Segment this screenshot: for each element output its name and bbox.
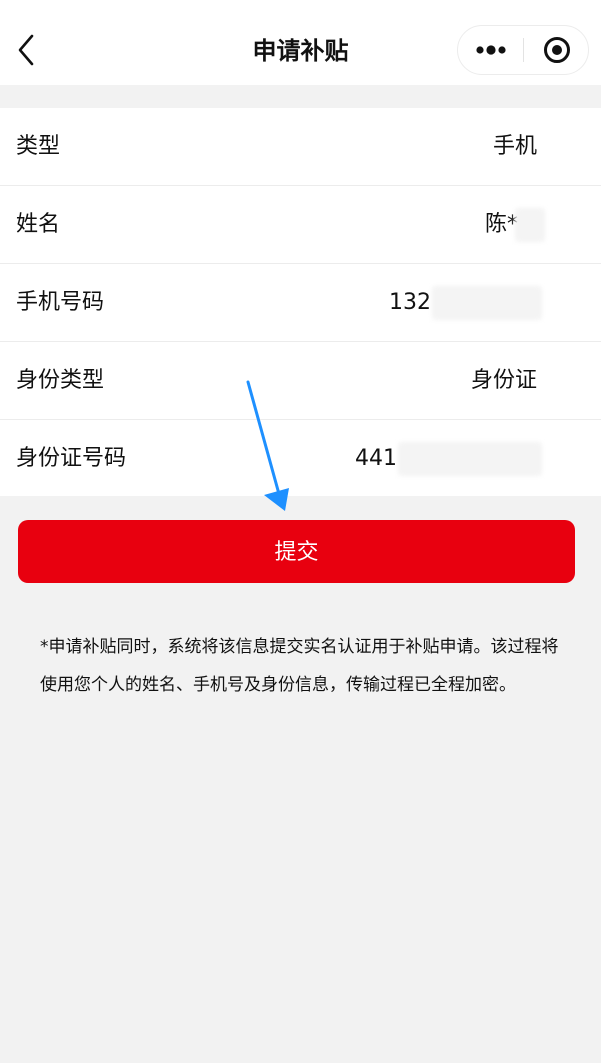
id-type-value: 身份证 bbox=[470, 368, 537, 393]
navigation-bar: 申请补贴 bbox=[0, 0, 601, 85]
phone-label: 手机号码 bbox=[16, 290, 105, 315]
id-number-redaction bbox=[398, 442, 542, 476]
phone-value: 132 bbox=[389, 290, 431, 315]
phone-redaction bbox=[432, 286, 542, 320]
id-number-label: 身份证号码 bbox=[16, 446, 127, 471]
name-redaction bbox=[515, 208, 545, 242]
form-row-type: 类型 手机 bbox=[0, 108, 601, 186]
subsidy-form: 类型 手机 姓名 陈* 手机号码 132 身份类型 身份证 身份证号码 441 bbox=[0, 108, 601, 496]
privacy-notice: *申请补贴同时，系统将该信息提交实名认证用于补贴申请。该过程将使用您个人的姓名、… bbox=[40, 637, 559, 695]
type-value: 手机 bbox=[492, 134, 537, 159]
form-row-id-type: 身份类型 身份证 bbox=[0, 342, 601, 420]
form-row-phone: 手机号码 132 bbox=[0, 264, 601, 342]
more-button[interactable] bbox=[458, 26, 524, 74]
mini-program-capsule bbox=[457, 25, 589, 75]
more-dots-icon bbox=[476, 45, 506, 55]
form-row-id-number: 身份证号码 441 bbox=[0, 420, 601, 498]
close-button[interactable] bbox=[524, 26, 588, 74]
name-value: 陈* bbox=[484, 212, 518, 237]
target-close-icon bbox=[544, 37, 570, 63]
chevron-left-icon[interactable] bbox=[12, 30, 40, 70]
form-row-name: 姓名 陈* bbox=[0, 186, 601, 264]
id-type-label: 身份类型 bbox=[16, 368, 105, 393]
type-label: 类型 bbox=[16, 134, 61, 159]
submit-button[interactable]: 提交 bbox=[18, 520, 575, 583]
name-label: 姓名 bbox=[16, 212, 61, 237]
id-number-value: 441 bbox=[355, 446, 397, 471]
